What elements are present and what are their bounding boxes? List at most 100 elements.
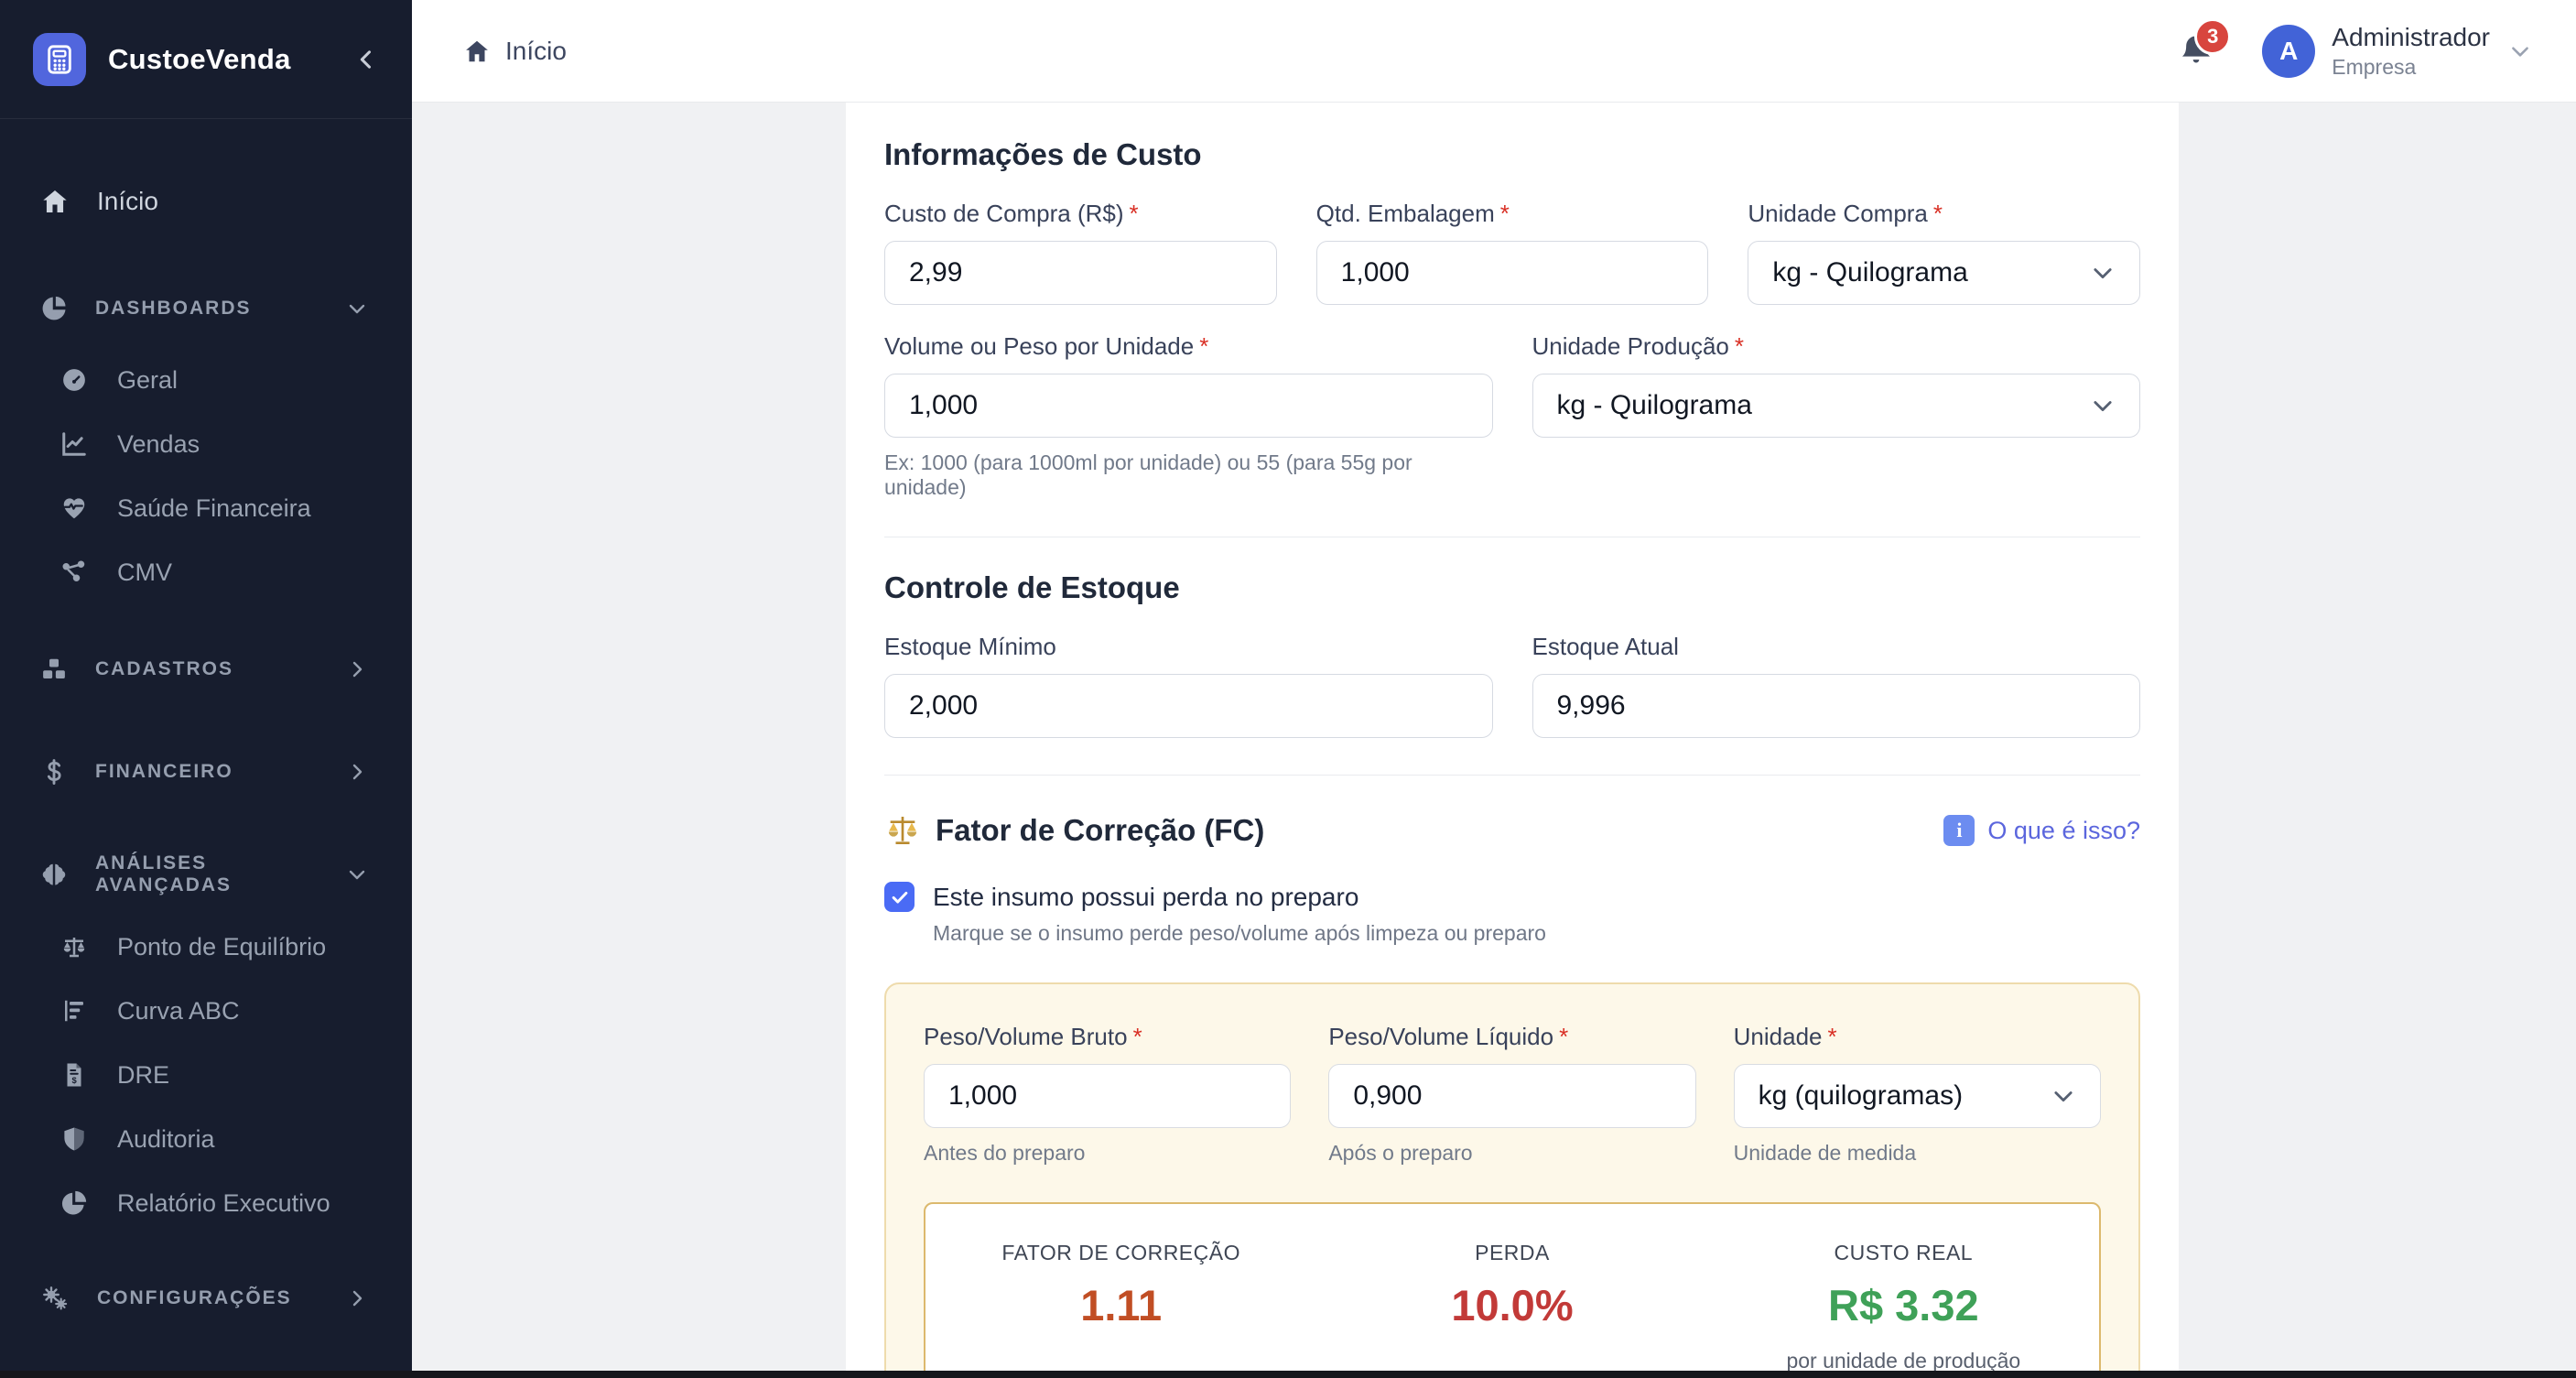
sidebar-collapse-button[interactable] bbox=[353, 47, 379, 72]
sidebar-item-label: DRE bbox=[117, 1061, 169, 1090]
sidebar-item-vendas[interactable]: Vendas bbox=[0, 412, 412, 476]
breadcrumb[interactable]: Início bbox=[463, 37, 567, 66]
sidebar-section-analises-avancadas[interactable]: ANÁLISES AVANÇADAS bbox=[0, 842, 412, 906]
custo-compra-input[interactable] bbox=[884, 241, 1277, 305]
file-invoice-icon: $ bbox=[60, 1061, 88, 1089]
avatar[interactable]: A bbox=[2262, 25, 2315, 78]
user-info[interactable]: Administrador Empresa bbox=[2332, 22, 2490, 80]
help-link-label: O que é isso? bbox=[1987, 817, 2140, 845]
field-label: Unidade Compra* bbox=[1748, 200, 2140, 228]
dollar-icon bbox=[40, 758, 68, 786]
sidebar-item-auditoria[interactable]: Auditoria bbox=[0, 1107, 412, 1171]
svg-text:$: $ bbox=[72, 1076, 78, 1085]
sidebar-item-ponto-de-equilibrio[interactable]: Ponto de Equilíbrio bbox=[0, 915, 412, 979]
field-label: Unidade* bbox=[1734, 1023, 2101, 1051]
sidebar-item-inicio[interactable]: Início bbox=[0, 170, 412, 233]
pie-slice-icon bbox=[60, 1189, 88, 1217]
header-right: 3 A Administrador Empresa bbox=[2178, 22, 2532, 80]
chevron-down-icon bbox=[346, 863, 368, 885]
field-peso-bruto: Peso/Volume Bruto* Antes do preparo bbox=[924, 1023, 1291, 1166]
share-nodes-icon bbox=[60, 559, 88, 586]
app-logo bbox=[33, 33, 86, 86]
user-role: Empresa bbox=[2332, 55, 2490, 81]
required-marker: * bbox=[1559, 1023, 1568, 1050]
sidebar: CustoeVenda Início DASHBOARDS bbox=[0, 0, 412, 1378]
volume-peso-input[interactable] bbox=[884, 374, 1493, 438]
stock-section-title: Controle de Estoque bbox=[884, 570, 2140, 605]
chart-line-icon bbox=[60, 430, 88, 458]
sidebar-section-financeiro[interactable]: FINANCEIRO bbox=[0, 740, 412, 804]
sidebar-item-dre[interactable]: $ DRE bbox=[0, 1043, 412, 1107]
fc-unidade-hint: Unidade de medida bbox=[1734, 1141, 2101, 1166]
required-marker: * bbox=[1130, 200, 1139, 227]
sidebar-item-label: Relatório Executivo bbox=[117, 1189, 330, 1218]
result-hint: por unidade de produção bbox=[1708, 1349, 2099, 1371]
required-marker: * bbox=[1133, 1023, 1142, 1050]
qtd-embalagem-input[interactable] bbox=[1316, 241, 1709, 305]
chevron-down-icon bbox=[346, 298, 368, 320]
select-value: kg (quilogramas) bbox=[1759, 1080, 1963, 1112]
stock-row: Estoque Mínimo Estoque Atual bbox=[884, 633, 2140, 738]
perda-checkbox-row[interactable]: Este insumo possui perda no preparo bbox=[884, 882, 2140, 912]
sidebar-item-curva-abc[interactable]: Curva ABC bbox=[0, 979, 412, 1043]
fc-help-link[interactable]: i O que é isso? bbox=[1943, 815, 2140, 846]
select-value: kg - Quilograma bbox=[1557, 390, 1752, 421]
select-value: kg - Quilograma bbox=[1772, 257, 1967, 288]
section-divider bbox=[884, 775, 2140, 776]
chevron-down-icon bbox=[2051, 1083, 2076, 1109]
chevron-right-icon bbox=[346, 1287, 368, 1309]
sidebar-item-relatorio-executivo[interactable]: Relatório Executivo bbox=[0, 1171, 412, 1235]
field-estoque-atual: Estoque Atual bbox=[1532, 633, 2141, 738]
unidade-compra-select[interactable]: kg - Quilograma bbox=[1748, 241, 2140, 305]
field-estoque-minimo: Estoque Mínimo bbox=[884, 633, 1493, 738]
notifications-button[interactable]: 3 bbox=[2178, 33, 2214, 70]
chevron-down-icon[interactable] bbox=[2508, 39, 2532, 63]
fc-unidade-select[interactable]: kg (quilogramas) bbox=[1734, 1064, 2101, 1128]
estoque-minimo-input[interactable] bbox=[884, 674, 1493, 738]
peso-liquido-hint: Após o preparo bbox=[1328, 1141, 1695, 1166]
field-label: Qtd. Embalagem* bbox=[1316, 200, 1709, 228]
peso-bruto-hint: Antes do preparo bbox=[924, 1141, 1291, 1166]
field-label: Unidade Produção* bbox=[1532, 332, 2141, 361]
result-label: CUSTO REAL bbox=[1708, 1241, 2099, 1265]
result-value: 1.11 bbox=[925, 1280, 1316, 1330]
chart-bars-icon bbox=[60, 997, 88, 1025]
required-marker: * bbox=[1933, 200, 1943, 227]
sidebar-item-label: Curva ABC bbox=[117, 997, 240, 1025]
perda-checkbox-hint: Marque se o insumo perde peso/volume apó… bbox=[933, 921, 2140, 946]
gauge-icon bbox=[60, 366, 88, 394]
sidebar-logo-row: CustoeVenda bbox=[0, 0, 412, 119]
heart-pulse-icon bbox=[60, 494, 88, 522]
sidebar-item-cmv[interactable]: CMV bbox=[0, 540, 412, 604]
chevron-down-icon bbox=[2090, 260, 2116, 286]
sidebar-item-label: Saúde Financeira bbox=[117, 494, 311, 523]
sidebar-section-cadastros[interactable]: CADASTROS bbox=[0, 637, 412, 701]
field-unidade-compra: Unidade Compra* kg - Quilograma bbox=[1748, 200, 2140, 305]
app-name: CustoeVenda bbox=[108, 43, 291, 76]
top-header: Início 3 A Administrador Empresa bbox=[412, 0, 2576, 103]
calculator-icon bbox=[44, 44, 75, 75]
required-marker: * bbox=[1500, 200, 1510, 227]
sidebar-section-configuracoes[interactable]: CONFIGURAÇÕES bbox=[0, 1266, 412, 1330]
checkbox-checked-icon[interactable] bbox=[884, 882, 915, 912]
sidebar-item-saude-financeira[interactable]: Saúde Financeira bbox=[0, 476, 412, 540]
fc-section-header: Fator de Correção (FC) i O que é isso? bbox=[884, 812, 2140, 849]
sidebar-section-dashboards[interactable]: DASHBOARDS bbox=[0, 277, 412, 341]
result-custo-real: CUSTO REAL R$ 3.32 por unidade de produç… bbox=[1708, 1241, 2099, 1371]
field-custo-compra: Custo de Compra (R$)* bbox=[884, 200, 1277, 305]
field-label: Estoque Mínimo bbox=[884, 633, 1493, 661]
peso-bruto-input[interactable] bbox=[924, 1064, 1291, 1128]
result-perda: PERDA 10.0% bbox=[1316, 1241, 1707, 1371]
sidebar-section-label: ANÁLISES AVANÇADAS bbox=[95, 852, 346, 896]
peso-liquido-input[interactable] bbox=[1328, 1064, 1695, 1128]
sidebar-nav: Início DASHBOARDS Geral Vendas bbox=[0, 170, 412, 1330]
chevron-down-icon bbox=[2090, 393, 2116, 418]
unidade-producao-select[interactable]: kg - Quilograma bbox=[1532, 374, 2141, 438]
sidebar-section-label: DASHBOARDS bbox=[95, 298, 252, 320]
pie-chart-icon bbox=[40, 295, 68, 322]
field-qtd-embalagem: Qtd. Embalagem* bbox=[1316, 200, 1709, 305]
gears-icon bbox=[40, 1284, 70, 1313]
analises-sublist: Ponto de Equilíbrio Curva ABC $ DRE Audi… bbox=[0, 915, 412, 1235]
estoque-atual-input[interactable] bbox=[1532, 674, 2141, 738]
sidebar-item-geral[interactable]: Geral bbox=[0, 348, 412, 412]
